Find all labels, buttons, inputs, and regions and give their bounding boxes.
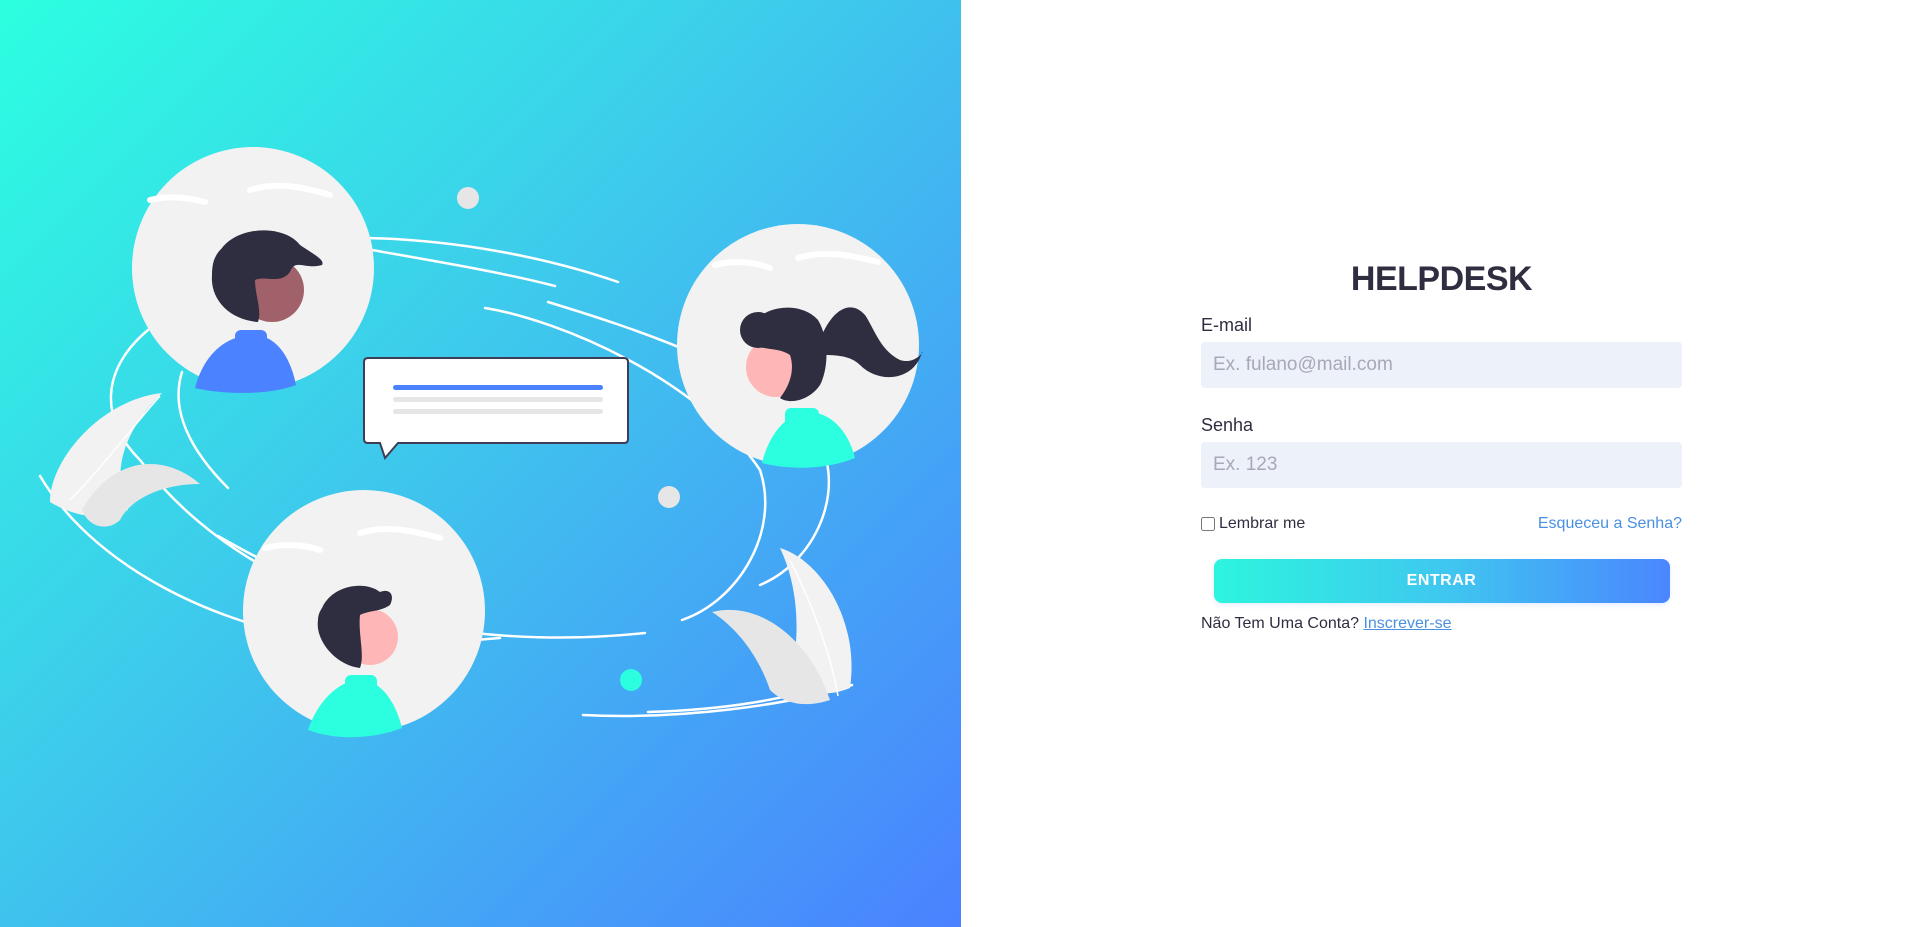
email-label: E-mail [1201, 315, 1253, 335]
dot [620, 669, 642, 691]
forgot-password-link[interactable]: Esqueceu a Senha? [1538, 515, 1682, 533]
signup-link[interactable]: Inscrever-se [1363, 615, 1451, 632]
app-title: HELPDESK [1350, 260, 1533, 298]
remember-me-checkbox[interactable] [1201, 517, 1215, 531]
signup-row: Não Tem Uma Conta? Inscrever-se [1201, 615, 1682, 633]
illustration-panel [0, 0, 961, 927]
password-field[interactable] [1201, 442, 1682, 488]
leaf-left [50, 393, 200, 527]
login-panel: HELPDESK E-mail Senha Lembrar me Esquece… [961, 0, 1922, 927]
avatar-woman [677, 224, 923, 468]
avatar-man-2 [243, 490, 485, 738]
password-label: Senha [1201, 415, 1254, 435]
dot [658, 486, 680, 508]
dot [457, 187, 479, 209]
speech-bubble [363, 357, 629, 460]
signup-prompt: Não Tem Uma Conta? [1201, 615, 1359, 632]
email-field[interactable] [1201, 342, 1682, 388]
avatar-man-1 [132, 147, 374, 393]
login-form: HELPDESK E-mail Senha Lembrar me Esquece… [1201, 258, 1682, 633]
remember-me: Lembrar me [1201, 515, 1305, 533]
login-button[interactable]: ENTRAR [1213, 559, 1670, 603]
remember-me-label: Lembrar me [1219, 515, 1306, 532]
people-chatting-illustration [38, 147, 923, 738]
options-row: Lembrar me Esqueceu a Senha? [1201, 514, 1682, 534]
